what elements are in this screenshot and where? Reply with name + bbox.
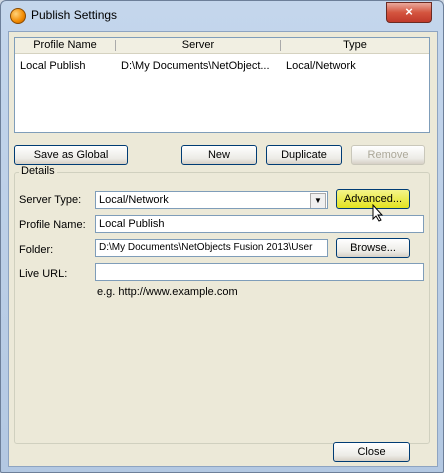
- column-header-type[interactable]: Type: [281, 39, 429, 51]
- server-type-value: Local/Network: [99, 194, 169, 206]
- column-header-server[interactable]: Server: [116, 39, 280, 51]
- server-type-select[interactable]: Local/Network ▼: [95, 191, 328, 209]
- title-bar[interactable]: Publish Settings ×: [1, 1, 443, 31]
- profiles-table[interactable]: Profile Name Server Type Local Publish D…: [14, 37, 430, 133]
- app-icon: [10, 8, 26, 24]
- server-type-label: Server Type:: [19, 194, 82, 206]
- window-title: Publish Settings: [31, 8, 118, 22]
- duplicate-button[interactable]: Duplicate: [266, 145, 342, 165]
- live-url-hint: e.g. http://www.example.com: [97, 286, 238, 298]
- details-group: [14, 172, 430, 444]
- close-button[interactable]: Close: [333, 442, 410, 462]
- live-url-input[interactable]: [95, 263, 424, 281]
- chevron-down-icon[interactable]: ▼: [310, 193, 326, 208]
- new-button[interactable]: New: [181, 145, 257, 165]
- folder-label: Folder:: [19, 244, 54, 256]
- browse-button[interactable]: Browse...: [336, 238, 410, 258]
- profile-name-label: Profile Name:: [19, 219, 86, 231]
- cell-type: Local/Network: [286, 60, 356, 72]
- save-as-global-button[interactable]: Save as Global: [14, 145, 128, 165]
- remove-button[interactable]: Remove: [351, 145, 425, 165]
- dialog-body: Profile Name Server Type Local Publish D…: [8, 31, 438, 467]
- folder-input[interactable]: D:\My Documents\NetObjects Fusion 2013\U…: [95, 239, 328, 257]
- mouse-cursor-icon: [372, 204, 384, 222]
- live-url-label: Live URL:: [19, 268, 68, 280]
- column-header-profile-name[interactable]: Profile Name: [15, 39, 115, 51]
- cell-profile-name: Local Publish: [20, 60, 86, 72]
- window-close-button[interactable]: ×: [386, 2, 432, 23]
- publish-settings-window: Publish Settings × Profile Name Server T…: [0, 0, 444, 473]
- cell-server: D:\My Documents\NetObject...: [121, 60, 270, 72]
- table-header: Profile Name Server Type: [15, 38, 429, 54]
- details-group-label: Details: [19, 165, 57, 177]
